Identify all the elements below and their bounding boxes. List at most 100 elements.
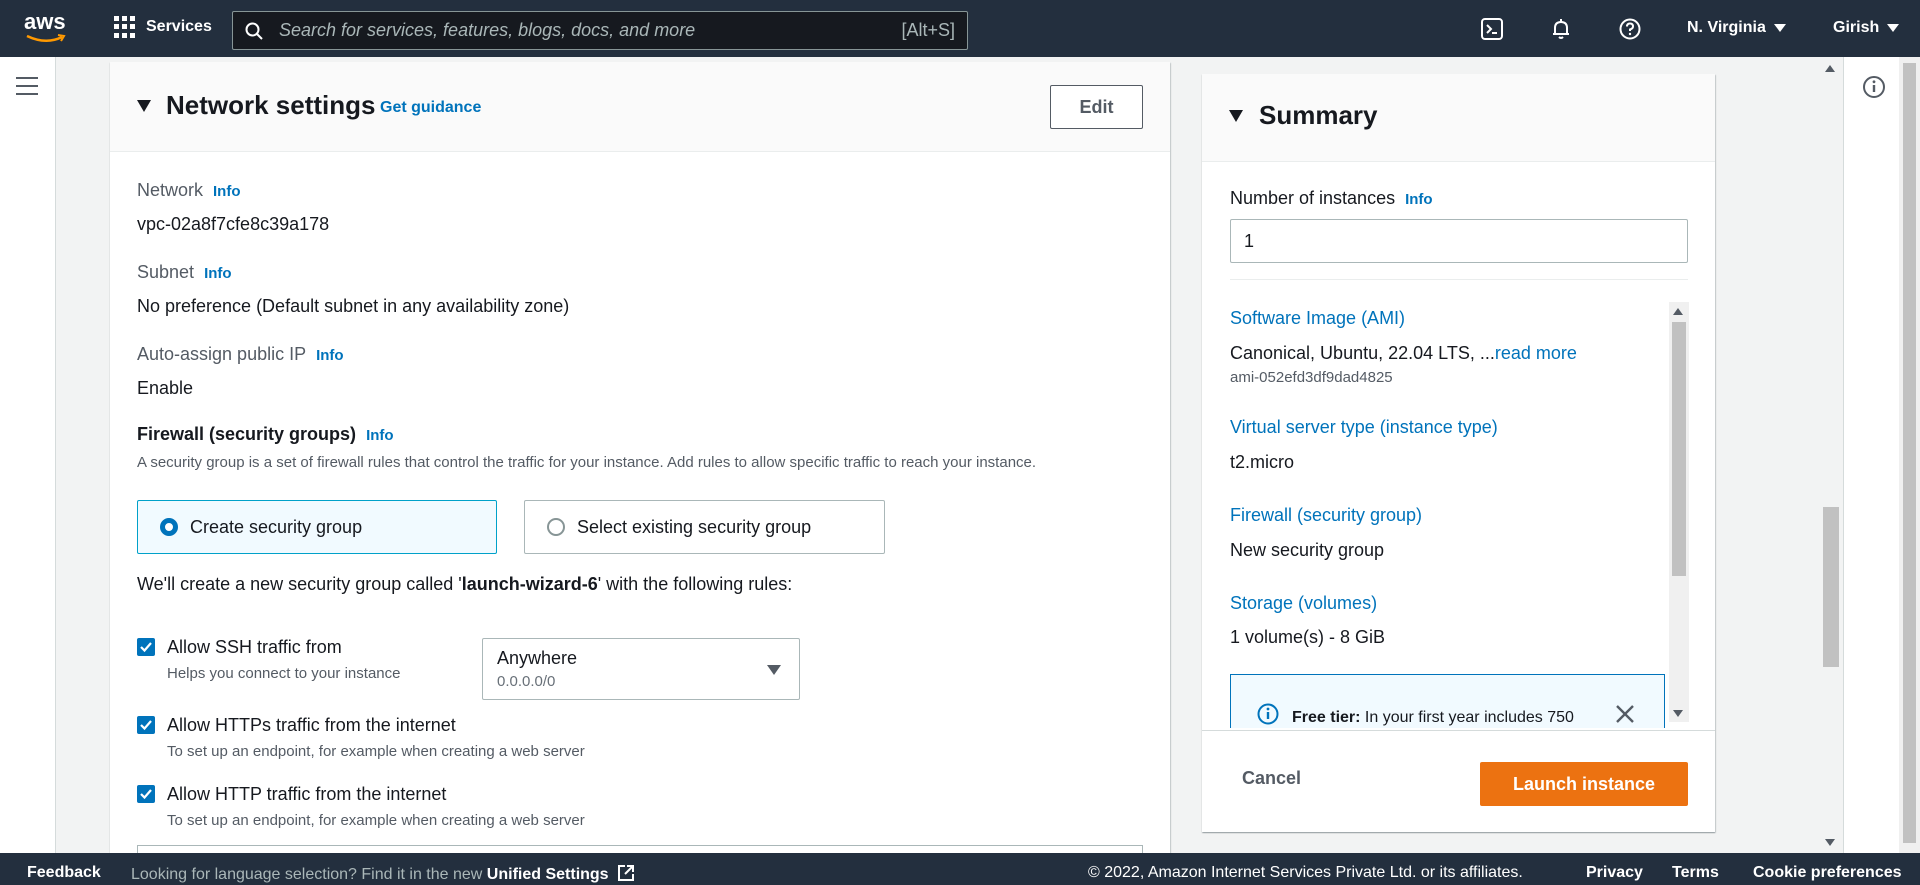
edit-button[interactable]: Edit: [1050, 85, 1143, 129]
ami-value-text: Canonical, Ubuntu, 22.04 LTS, ...: [1230, 343, 1495, 363]
scroll-down-icon[interactable]: [1673, 710, 1683, 717]
info-link[interactable]: Info: [366, 427, 394, 444]
page-scrollbar[interactable]: [1899, 57, 1920, 853]
scroll-thumb[interactable]: [1823, 507, 1839, 667]
instance-type-link[interactable]: Virtual server type (instance type): [1230, 417, 1498, 438]
https-help: To set up an endpoint, for example when …: [167, 743, 585, 760]
content-scrollbar[interactable]: [1820, 57, 1842, 853]
info-link[interactable]: Info: [316, 347, 344, 364]
subnet-value: No preference (Default subnet in any ava…: [137, 296, 570, 316]
info-icon[interactable]: [1862, 75, 1886, 99]
get-guidance-link[interactable]: Get guidance: [380, 99, 481, 117]
user-label: Girish: [1833, 19, 1880, 36]
search-icon: [245, 22, 263, 40]
search-placeholder: Search for services, features, blogs, do…: [279, 20, 696, 40]
free-tier-body: In your first year includes 750: [1360, 709, 1574, 726]
ami-value: Canonical, Ubuntu, 22.04 LTS, ...read mo…: [1230, 343, 1577, 364]
create-security-group-label: Create security group: [190, 516, 363, 537]
feedback-link[interactable]: Feedback: [27, 864, 101, 882]
cancel-button[interactable]: Cancel: [1242, 768, 1301, 789]
ssh-source-cidr: 0.0.0.0/0: [497, 673, 556, 690]
http-checkbox[interactable]: [137, 785, 155, 803]
ssh-label: Allow SSH traffic from: [167, 637, 342, 657]
cloudshell-icon[interactable]: [1481, 18, 1503, 40]
aws-logo-text: aws: [24, 9, 66, 34]
ssh-source-select[interactable]: Anywhere 0.0.0.0/0: [482, 638, 800, 700]
collapse-triangle-icon[interactable]: [137, 100, 151, 112]
firewall-link[interactable]: Firewall (security group): [1230, 505, 1422, 526]
close-icon[interactable]: [1614, 703, 1636, 725]
instance-type-value: t2.micro: [1230, 452, 1295, 472]
bell-icon[interactable]: [1550, 18, 1572, 40]
aws-logo[interactable]: aws: [24, 9, 68, 44]
grid-icon: [114, 16, 136, 38]
divider: [1230, 279, 1688, 280]
storage-value: 1 volume(s) - 8 GiB: [1230, 627, 1386, 647]
ami-link[interactable]: Software Image (AMI): [1230, 308, 1405, 329]
ssh-checkbox[interactable]: [137, 638, 155, 656]
number-of-instances-input[interactable]: 1: [1230, 219, 1688, 263]
free-tier-text: Free tier: In your first year includes 7…: [1292, 709, 1574, 727]
collapse-triangle-icon[interactable]: [1229, 110, 1243, 122]
scroll-thumb[interactable]: [1672, 322, 1686, 576]
scroll-up-icon[interactable]: [1673, 308, 1683, 315]
network-value: vpc-02a8f7cfe8c39a178: [137, 214, 330, 234]
storage-link[interactable]: Storage (volumes): [1230, 593, 1377, 614]
subnet-label-text: Subnet: [137, 262, 195, 282]
services-menu-button[interactable]: Services: [114, 16, 212, 38]
summary-title: Summary: [1259, 100, 1378, 130]
security-group-rules-text: We'll create a new security group called…: [137, 574, 792, 595]
external-link-icon[interactable]: [617, 864, 635, 882]
security-group-name: launch-wizard-6: [461, 574, 598, 594]
select-existing-security-group-label: Select existing security group: [577, 516, 812, 537]
info-icon: [1257, 703, 1279, 725]
radio-unchecked-icon[interactable]: [547, 518, 565, 536]
privacy-link[interactable]: Privacy: [1586, 864, 1643, 882]
http-help: To set up an endpoint, for example when …: [167, 812, 585, 829]
firewall-label-text: Firewall (security groups): [137, 424, 357, 444]
summary-scrollbar[interactable]: [1669, 302, 1689, 722]
create-security-group-option[interactable]: Create security group: [137, 500, 497, 554]
subnet-label: Subnet Info: [137, 262, 232, 283]
help-icon[interactable]: [1619, 18, 1641, 40]
scroll-thumb[interactable]: [1903, 63, 1916, 843]
public-ip-value: Enable: [137, 378, 194, 398]
checkmark-icon: [140, 642, 152, 653]
network-settings-header[interactable]: Network settings Get guidance Edit: [110, 62, 1170, 152]
left-navigation-rail: [0, 57, 56, 853]
top-navigation: aws Services Search for services, featur…: [0, 0, 1920, 57]
language-notice: Looking for language selection? Find it …: [131, 864, 635, 884]
select-existing-security-group-option[interactable]: Select existing security group: [524, 500, 885, 554]
radio-checked-icon[interactable]: [160, 518, 178, 536]
info-link[interactable]: Info: [213, 183, 241, 200]
hamburger-menu-icon[interactable]: [16, 77, 38, 95]
copyright-text: © 2022, Amazon Internet Services Private…: [1088, 864, 1523, 881]
panel-title: Network settings: [166, 90, 376, 120]
scroll-up-icon[interactable]: [1825, 65, 1835, 72]
footer: Feedback Looking for language selection?…: [0, 853, 1920, 885]
public-ip-label-text: Auto-assign public IP: [137, 344, 307, 364]
launch-instance-button[interactable]: Launch instance: [1480, 762, 1688, 806]
services-label: Services: [146, 18, 212, 35]
summary-header[interactable]: Summary: [1202, 74, 1715, 162]
info-link[interactable]: Info: [204, 265, 232, 282]
info-link[interactable]: Info: [1405, 191, 1433, 208]
caret-down-icon: [1887, 24, 1900, 32]
search-shortcut: [Alt+S]: [901, 20, 955, 40]
unified-settings-link[interactable]: Unified Settings: [487, 866, 609, 883]
https-label: Allow HTTPs traffic from the internet: [167, 715, 456, 735]
search-input[interactable]: Search for services, features, blogs, do…: [232, 11, 968, 50]
terms-link[interactable]: Terms: [1672, 864, 1719, 882]
language-notice-text: Looking for language selection? Find it …: [131, 866, 487, 883]
read-more-link[interactable]: read more: [1495, 343, 1577, 363]
summary-panel: Summary Number of instances Info 1 Softwa…: [1202, 74, 1715, 832]
network-label: Network Info: [137, 180, 241, 201]
region-selector[interactable]: N. Virginia: [1687, 19, 1786, 37]
instances-label-text: Number of instances: [1230, 188, 1396, 208]
user-menu[interactable]: Girish: [1833, 19, 1900, 37]
cookie-preferences-link[interactable]: Cookie preferences: [1753, 864, 1902, 882]
right-tools-rail: [1843, 57, 1899, 853]
scroll-down-icon[interactable]: [1825, 839, 1835, 846]
firewall-label: Firewall (security groups) Info: [137, 424, 394, 445]
https-checkbox[interactable]: [137, 716, 155, 734]
